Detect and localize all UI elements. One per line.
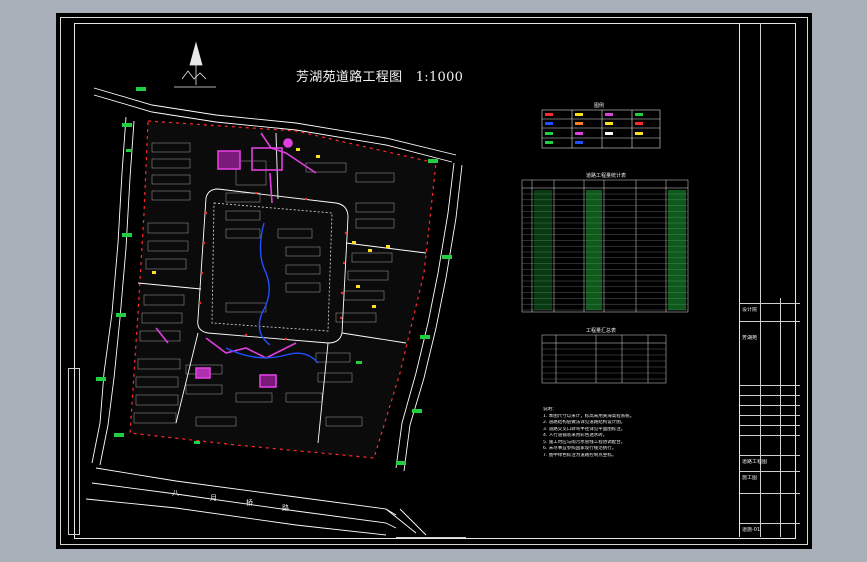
cad-viewport[interactable]: 芳湖苑道路工程图 1:1000 八 月 桥 路 图例 道路工程量统计表 工程量汇… xyxy=(56,13,812,549)
table-highlight-columns xyxy=(534,190,686,310)
legend-caption: 图例 xyxy=(594,103,605,109)
road-name-char: 桥 xyxy=(246,499,253,507)
legend-swatches xyxy=(545,113,643,144)
title-block-company: 设计院 xyxy=(742,307,758,313)
road-table-caption: 道路工程量统计表 xyxy=(586,173,627,179)
binding-strip xyxy=(68,368,80,535)
summary-table-caption: 工程量汇总表 xyxy=(586,328,617,334)
summary-table xyxy=(541,334,667,384)
road-name-char: 月 xyxy=(210,494,217,502)
drawing-scale: 1:1000 xyxy=(415,70,464,85)
title-block-sheet: 道施-01 xyxy=(742,527,761,533)
site-boundary xyxy=(129,120,437,459)
road-name-char: 八 xyxy=(172,489,179,497)
north-arrow xyxy=(174,41,216,88)
title-block: 设计院 芳湖苑 道路工程图 施工图 道施-01 xyxy=(739,23,800,537)
title-block-stage: 施工图 xyxy=(742,475,758,481)
drawing-title-text: 芳湖苑道路工程图 xyxy=(296,70,403,85)
design-notes: 说明： 1. 本图尺寸以米计，标高采用黄海高程系统。 2. 道路结构层做法详见道… xyxy=(543,407,723,459)
note-line: 7. 图中绿色标注为道路控制点坐标。 xyxy=(543,452,617,458)
title-block-drawing-name: 道路工程图 xyxy=(742,459,768,465)
site-plan xyxy=(85,41,689,536)
summary-rows xyxy=(542,348,666,380)
drawing-title: 芳湖苑道路工程图 1:1000 xyxy=(296,66,463,85)
scale-ticks xyxy=(396,537,466,542)
road-name-char: 路 xyxy=(282,504,289,512)
title-block-project: 芳湖苑 xyxy=(742,335,758,341)
